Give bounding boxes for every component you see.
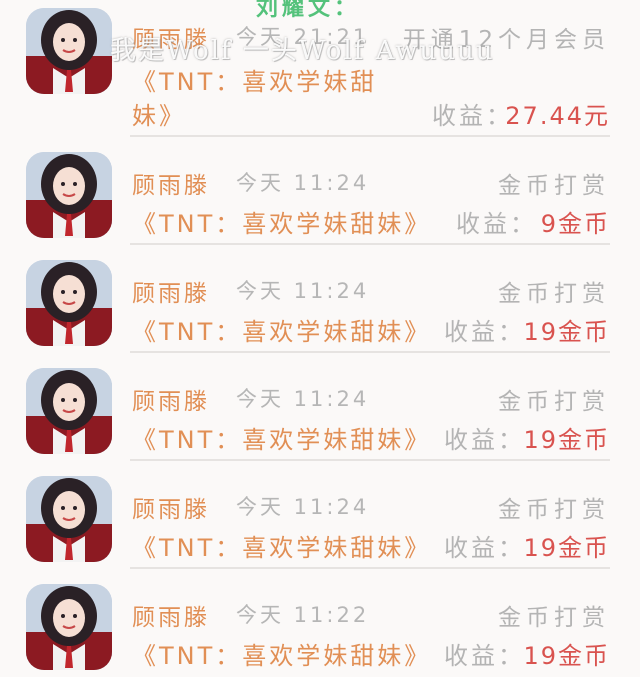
record-time: 今天 11:22 bbox=[236, 603, 370, 627]
user-avatar[interactable] bbox=[26, 476, 112, 562]
income-label: 收益： bbox=[432, 102, 513, 130]
record-type: 金币打赏 bbox=[498, 605, 610, 631]
record-time: 今天 11:24 bbox=[236, 495, 370, 519]
record-item-1[interactable]: 顾雨滕 今天 21:21 开通12个月会员 《TNT：喜欢学妹甜 妹》 收益： … bbox=[0, 0, 640, 138]
user-avatar[interactable] bbox=[26, 152, 112, 238]
sender-name: 顾雨滕 bbox=[132, 605, 210, 631]
record-type: 金币打赏 bbox=[498, 281, 610, 307]
avatar-photo-icon bbox=[26, 584, 112, 670]
record-type: 金币打赏 bbox=[498, 173, 610, 199]
record-item-4[interactable]: 顾雨滕 今天 11:24 金币打赏 《TNT：喜欢学妹甜妹》 收益： 19金币 bbox=[0, 358, 640, 466]
divider bbox=[130, 459, 610, 461]
divider bbox=[130, 243, 610, 245]
user-avatar[interactable] bbox=[26, 8, 112, 94]
novel-title[interactable]: 《TNT：喜欢学妹甜妹》 bbox=[132, 204, 431, 239]
record-item-3[interactable]: 顾雨滕 今天 11:24 金币打赏 《TNT：喜欢学妹甜妹》 收益： 19金币 bbox=[0, 250, 640, 358]
avatar-photo-icon bbox=[26, 368, 112, 454]
income-label: 收益： bbox=[444, 426, 525, 454]
record-item-5[interactable]: 顾雨滕 今天 11:24 金币打赏 《TNT：喜欢学妹甜妹》 收益： 19金币 bbox=[0, 466, 640, 574]
user-avatar[interactable] bbox=[26, 260, 112, 346]
income-value: 19金币 bbox=[523, 534, 610, 562]
watermark-text: 我是Wolf 一头Wolf Awuuuu bbox=[110, 36, 495, 66]
income-label: 收益： bbox=[444, 642, 525, 670]
record-time: 今天 11:24 bbox=[236, 387, 370, 411]
avatar-photo-icon bbox=[26, 476, 112, 562]
divider bbox=[130, 135, 610, 137]
avatar-photo-icon bbox=[26, 8, 112, 94]
user-avatar[interactable] bbox=[26, 584, 112, 670]
novel-title-line-1[interactable]: 《TNT：喜欢学妹甜 bbox=[132, 62, 377, 97]
income-label: 收益： bbox=[444, 318, 525, 346]
record-item-2[interactable]: 顾雨滕 今天 11:24 金币打赏 《TNT：喜欢学妹甜妹》 收益： 9金币 bbox=[0, 142, 640, 250]
sender-name: 顾雨滕 bbox=[132, 173, 210, 199]
income-value: 19金币 bbox=[523, 642, 610, 670]
income-value: 19金币 bbox=[523, 426, 610, 454]
divider bbox=[130, 351, 610, 353]
novel-title[interactable]: 《TNT：喜欢学妹甜妹》 bbox=[132, 528, 431, 563]
income-value: 9金币 bbox=[540, 210, 610, 238]
novel-title[interactable]: 《TNT：喜欢学妹甜妹》 bbox=[132, 312, 431, 347]
record-time: 今天 11:24 bbox=[236, 171, 370, 195]
sender-name: 顾雨滕 bbox=[132, 389, 210, 415]
avatar-photo-icon bbox=[26, 152, 112, 238]
novel-title[interactable]: 《TNT：喜欢学妹甜妹》 bbox=[132, 420, 431, 455]
record-type: 金币打赏 bbox=[498, 497, 610, 523]
sender-name: 顾雨滕 bbox=[132, 281, 210, 307]
record-type: 金币打赏 bbox=[498, 389, 610, 415]
novel-title[interactable]: 《TNT：喜欢学妹甜妹》 bbox=[132, 636, 431, 671]
avatar-photo-icon bbox=[26, 260, 112, 346]
record-time: 今天 11:24 bbox=[236, 279, 370, 303]
sender-name: 顾雨滕 bbox=[132, 497, 210, 523]
record-item-6[interactable]: 顾雨滕 今天 11:22 金币打赏 《TNT：喜欢学妹甜妹》 收益： 19金币 bbox=[0, 574, 640, 677]
income-label: 收益： bbox=[444, 534, 525, 562]
income-label: 收益： bbox=[456, 210, 537, 238]
income-value: 27.44元 bbox=[505, 102, 610, 130]
novel-title-line-2[interactable]: 妹》 bbox=[132, 96, 186, 131]
user-avatar[interactable] bbox=[26, 368, 112, 454]
income-value: 19金币 bbox=[523, 318, 610, 346]
divider bbox=[130, 567, 610, 569]
